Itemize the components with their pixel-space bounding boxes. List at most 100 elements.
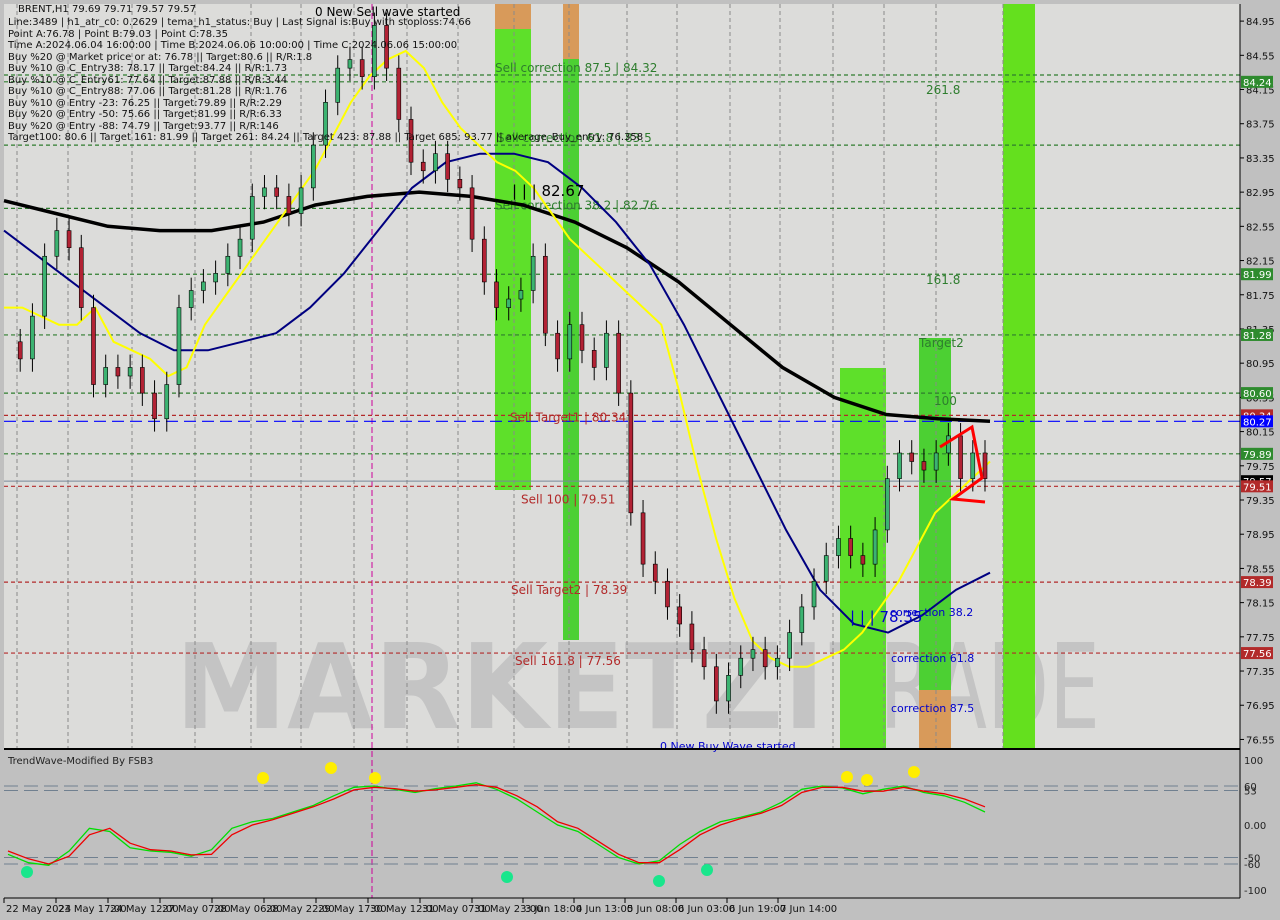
info-line: Target100: 80.6 || Target 161: 81.99 || … xyxy=(8,132,644,143)
indicator-tick-label: 53 xyxy=(1244,787,1257,798)
level-label: 100 xyxy=(934,394,957,408)
y-tick-label: 80.15 xyxy=(1246,428,1275,439)
signal-zone-top xyxy=(563,4,579,59)
candle-body xyxy=(933,452,939,471)
candle-body xyxy=(518,290,524,300)
candle-body xyxy=(677,606,682,625)
chart-annotation: | | | 82.67 xyxy=(512,182,584,200)
candle-body xyxy=(225,255,231,274)
candle-body xyxy=(54,230,60,257)
candle-body xyxy=(762,649,768,668)
level-label: Sell 161.8 | 77.56 xyxy=(515,654,621,668)
price-tag-label: 79.89 xyxy=(1243,450,1272,461)
price-tag-label: 78.39 xyxy=(1243,578,1272,589)
chart-annotation: correction 61.8 xyxy=(891,652,974,665)
indicator-signal-dot xyxy=(21,866,33,878)
candle-body xyxy=(237,238,243,257)
indicator-title: TrendWave-Modified By FSB3 xyxy=(7,756,153,767)
candle-body xyxy=(848,538,853,556)
candle-body xyxy=(628,392,634,514)
y-tick-label: 80.95 xyxy=(1246,359,1275,370)
candle-body xyxy=(311,144,316,189)
price-tag-label: 81.28 xyxy=(1243,331,1272,342)
y-tick-label: 76.55 xyxy=(1246,735,1275,746)
y-tick-label: 76.95 xyxy=(1246,701,1275,712)
x-tick-label: 3 Jun 18:00 xyxy=(525,904,582,915)
indicator-plot-area xyxy=(4,752,1240,898)
candle-body xyxy=(298,187,304,214)
candle-body xyxy=(543,255,548,334)
chart-annotation: correction 87.5 xyxy=(891,702,974,715)
candle-body xyxy=(140,367,145,394)
candle-body xyxy=(433,153,438,172)
price-tag-label: 80.27 xyxy=(1243,417,1272,428)
candle-body xyxy=(286,196,292,214)
y-tick-label: 79.75 xyxy=(1246,462,1275,473)
candle-body xyxy=(872,529,878,565)
candle-body xyxy=(42,255,47,317)
y-tick-label: 81.75 xyxy=(1246,291,1275,302)
level-label: Sell 100 | 79.51 xyxy=(521,492,615,506)
chart-window: MARKETZI TRADE Sell correction 87.5 | 84.3… xyxy=(0,0,1280,920)
candle-body xyxy=(836,538,841,556)
indicator-signal-dot xyxy=(841,771,853,783)
candle-body xyxy=(604,332,609,368)
symbol-header: BRENT,H1 79.69 79.71 79.57 79.57 xyxy=(18,4,197,15)
candle-body xyxy=(152,392,157,420)
indicator-signal-dot xyxy=(257,772,269,784)
candle-body xyxy=(897,452,902,479)
candle-body xyxy=(970,452,976,479)
indicator-signal-dot xyxy=(501,871,513,883)
y-tick-label: 82.95 xyxy=(1246,188,1275,199)
y-tick-label: 83.75 xyxy=(1246,120,1275,131)
price-tag-label: 77.56 xyxy=(1243,649,1272,660)
candle-body xyxy=(982,452,988,479)
candle-body xyxy=(555,332,560,360)
candle-body xyxy=(30,315,35,360)
price-tag-label: 81.99 xyxy=(1243,270,1272,281)
candle-body xyxy=(396,67,402,120)
candle-body xyxy=(494,281,499,308)
indicator-signal-dot xyxy=(908,766,920,778)
candle-body xyxy=(91,307,96,385)
candle-body xyxy=(176,307,182,385)
candle-body xyxy=(188,290,194,308)
indicator-signal-dot xyxy=(861,774,873,786)
chart-annotation: 0 New Buy Wave started xyxy=(660,740,796,753)
x-tick-label: 7 Jun 14:00 xyxy=(780,904,837,915)
level-label: 261.8 xyxy=(926,83,960,97)
candle-body xyxy=(469,187,475,240)
candle-body xyxy=(738,657,744,676)
y-tick-label: 82.15 xyxy=(1246,257,1275,268)
candle-body xyxy=(579,324,585,351)
y-tick-label: 77.75 xyxy=(1246,633,1275,644)
x-tick-label: 6 Jun 19:00 xyxy=(729,904,786,915)
candle-body xyxy=(665,580,670,608)
candle-body xyxy=(201,281,206,291)
x-tick-label: 6 Jun 03:00 xyxy=(678,904,735,915)
price-tag-label: 79.51 xyxy=(1243,482,1272,493)
level-label: Sell Target1 | 80.34 xyxy=(510,410,626,424)
indicator-signal-dot xyxy=(653,875,665,887)
candle-body xyxy=(249,196,255,240)
y-tick-label: 78.95 xyxy=(1246,530,1275,541)
candle-body xyxy=(787,632,792,659)
candle-body xyxy=(127,367,133,377)
price-tag-label: 84.24 xyxy=(1243,78,1272,89)
candle-body xyxy=(921,461,927,471)
candle-body xyxy=(591,350,597,368)
candle-body xyxy=(445,153,450,180)
indicator-tick-label: 0.00 xyxy=(1244,821,1266,832)
candle-body xyxy=(714,666,719,702)
y-tick-label: 83.35 xyxy=(1246,154,1275,165)
candle-body xyxy=(506,298,512,308)
candle-body xyxy=(420,161,426,172)
level-label: Sell Target2 | 78.39 xyxy=(511,583,627,597)
candle-body xyxy=(347,59,353,69)
indicator-tick-label: -100 xyxy=(1244,886,1267,897)
indicator-signal-dot xyxy=(369,772,381,784)
level-label: Sell correction 87.5 | 84.32 xyxy=(495,61,657,75)
candle-body xyxy=(689,623,695,650)
y-tick-label: 78.55 xyxy=(1246,564,1275,575)
chart-annotation: correction 38.2 xyxy=(890,606,973,619)
